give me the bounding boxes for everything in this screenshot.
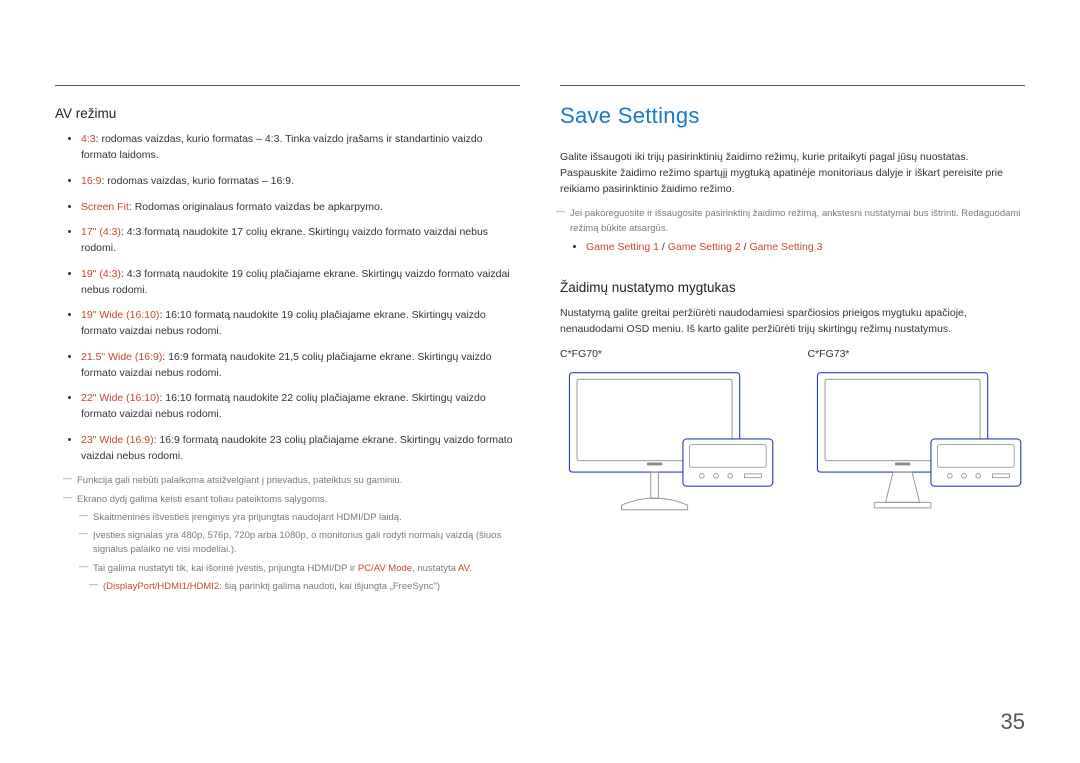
game-button-heading: Žaidimų nustatymo mygtukas [560,278,1025,298]
list-lead: 16:9 [81,175,101,187]
footnote-sub: Įvesties signalas yra 480p, 576p, 720p a… [83,529,520,558]
game-settings-item: Game Setting 1 / Game Setting 2 / Game S… [586,240,1025,256]
list-text: : Rodomas originalaus formato vaizdas be… [129,201,383,213]
list-item: 17" (4:3): 4:3 formatą naudokite 17 coli… [81,225,516,257]
footnote-text: Tai galima nustatyti tik, kai išorinė įv… [93,563,358,574]
footnote-sub: Skaitmeninės išvesties įrenginys yra pri… [83,511,520,525]
list-lead: 23" Wide (16:9) [81,434,154,446]
footnote: Funkcija gali nebūti palaikoma atsižvelg… [67,474,520,488]
list-lead: 17" (4:3) [81,226,121,238]
monitor-illustration-1 [560,368,778,519]
list-text: : 4:3 formatą naudokite 17 colių ekrane.… [81,226,488,254]
footnote: Ekrano dydį galima keisti esant toliau p… [67,493,520,507]
list-item: 23" Wide (16:9): 16:9 formatą naudokite … [81,433,516,465]
av-mode-heading: AV režimu [55,104,520,124]
monitor-label-2: C*FG73* [808,347,1026,363]
save-settings-para: Galite išsaugoti iki trijų pasirinktinių… [560,150,1025,197]
footnote-red: PC/AV Mode [358,563,412,574]
list-item: 4:3: rodomas vaizdas, kurio formatas – 4… [81,132,516,164]
footnote-text: . [469,563,472,574]
list-text: : rodomas vaizdas, kurio formatas – 16:9… [101,175,294,187]
save-settings-heading: Save Settings [560,99,1025,132]
game-setting-1: Game Setting 1 [586,241,659,253]
av-mode-list: 4:3: rodomas vaizdas, kurio formatas – 4… [81,132,520,464]
list-item: Screen Fit: Rodomas originalaus formato … [81,200,516,216]
list-lead: 21.5" Wide (16:9) [81,351,162,363]
footnote-text: : šią parinktį galima naudoti, kai išjun… [219,581,440,592]
list-item: 19" Wide (16:10): 16:10 formatą naudokit… [81,308,516,340]
footnote-sub: Tai galima nustatyti tik, kai išorinė įv… [83,562,520,576]
list-lead: 19" (4:3) [81,268,121,280]
separator: / [659,241,668,253]
list-text: : 4:3 formatą naudokite 19 colių plačiaj… [81,268,510,296]
footnote-text: , nustatyta [412,563,458,574]
monitor-illustration-2 [808,368,1026,519]
list-item: 22" Wide (16:10): 16:10 formatą naudokit… [81,391,516,423]
monitor-label-1: C*FG70* [560,347,778,363]
game-setting-3: Game Setting 3 [749,241,822,253]
game-button-para: Nustatymą galite greitai peržiūrėti naud… [560,306,1025,338]
game-setting-2: Game Setting 2 [668,241,741,253]
footnote-sub: (DisplayPort/HDMI1/HDMI2: šią parinktį g… [93,580,520,594]
list-lead: 22" Wide (16:10) [81,392,159,404]
list-item: 19" (4:3): 4:3 formatą naudokite 19 coli… [81,267,516,299]
list-item: 21.5" Wide (16:9): 16:9 formatą naudokit… [81,350,516,382]
list-lead: Screen Fit [81,201,129,213]
save-settings-note: Jei pakoreguosite ir išsaugosite pasirin… [560,207,1025,236]
list-item: 16:9: rodomas vaizdas, kurio formatas – … [81,174,516,190]
page-number: 35 [1001,705,1025,738]
footnote-red: AV [458,563,469,574]
list-text: : rodomas vaizdas, kurio formatas – 4:3.… [81,133,483,161]
list-lead: 4:3 [81,133,96,145]
list-lead: 19" Wide (16:10) [81,309,159,321]
footnote-red: DisplayPort/HDMI1/HDMI2 [106,581,219,592]
